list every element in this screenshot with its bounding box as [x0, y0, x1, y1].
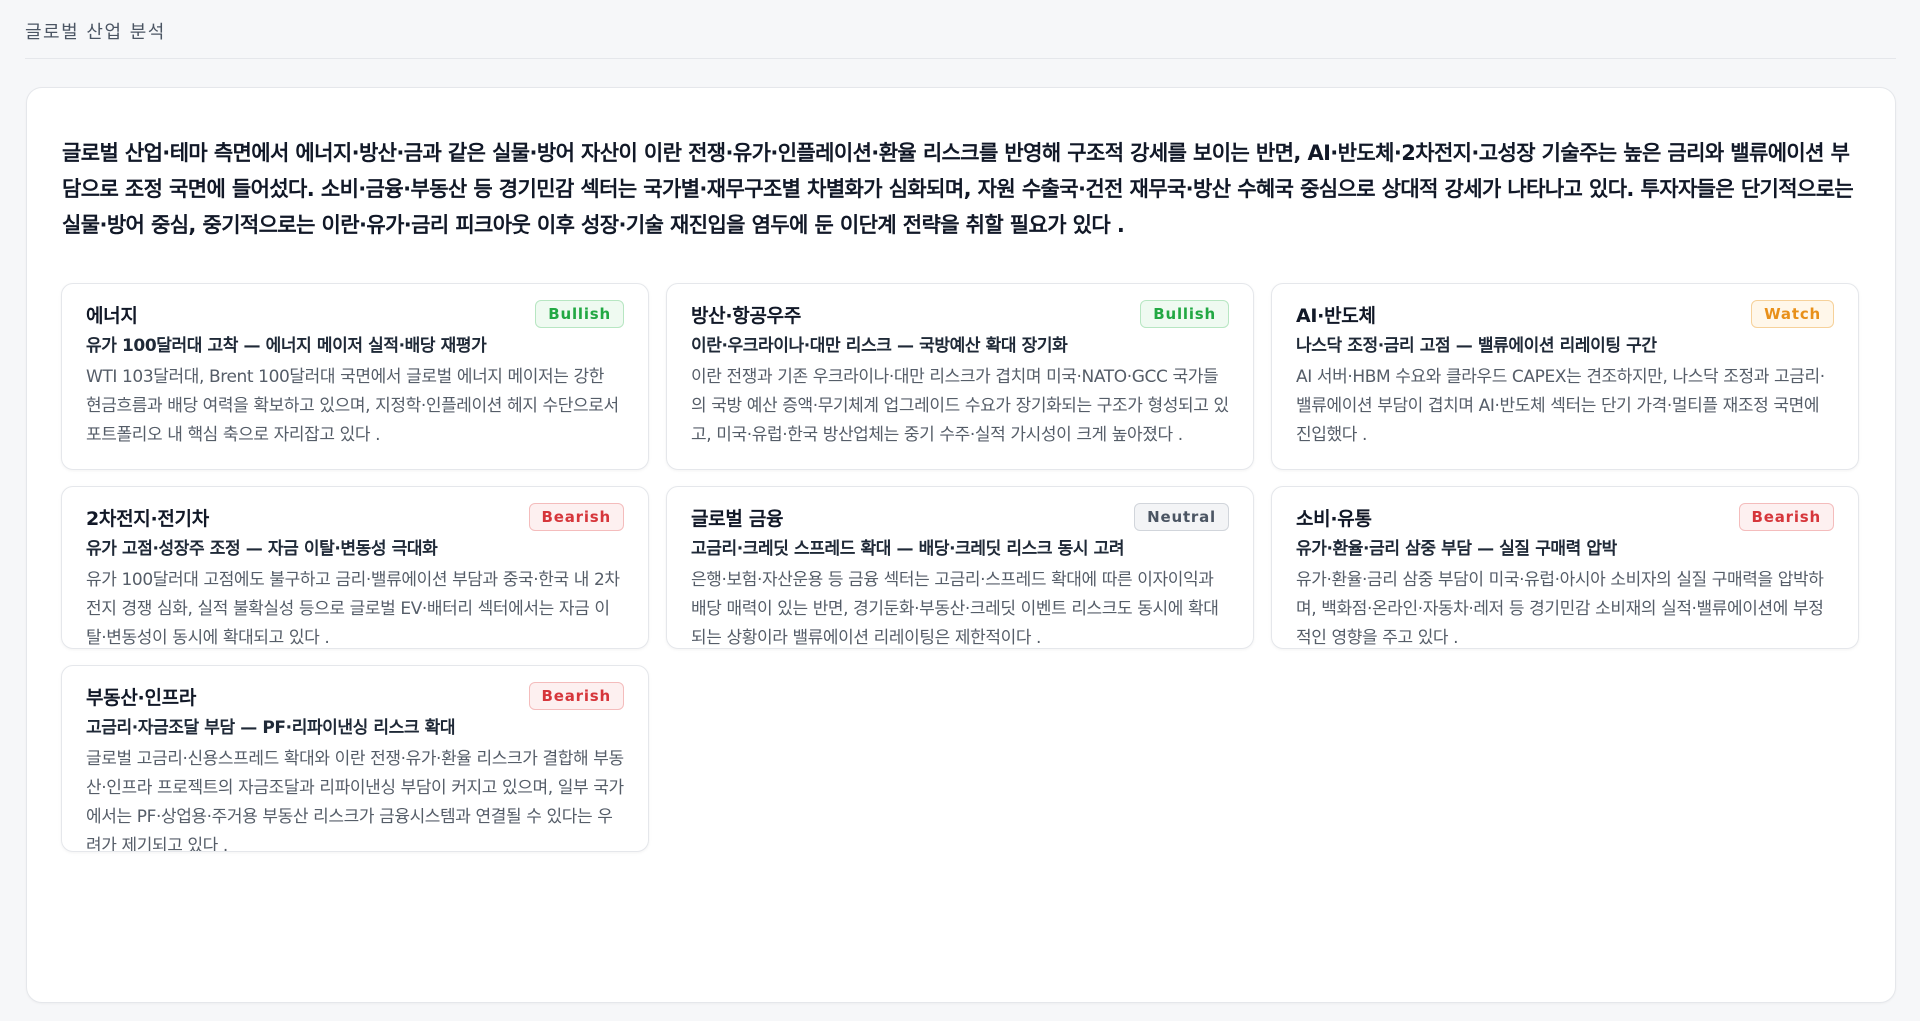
- page: 글로벌 산업 분석 글로벌 산업·테마 측면에서 에너지·방산·금과 같은 실물…: [0, 0, 1920, 1021]
- sector-card-defense: 방산·항공우주 Bullish 이란·우크라이나·대만 리스크 — 국방예산 확…: [666, 283, 1254, 470]
- status-badge: Bearish: [1738, 503, 1834, 531]
- card-body: AI 서버·HBM 수요와 클라우드 CAPEX는 견조하지만, 나스닥 조정과…: [1296, 367, 1825, 445]
- status-badge: Bullish: [1140, 300, 1229, 328]
- sector-card-consumer-retail: 소비·유통 Bearish 유가·환율·금리 삼중 부담 — 실질 구매력 압박…: [1271, 486, 1859, 649]
- card-subtitle: 고금리·자금조달 부담 — PF·리파이낸싱 리스크 확대: [86, 718, 456, 738]
- card-body: 이란 전쟁과 기존 우크라이나·대만 리스크가 겹치며 미국·NATO·GCC …: [691, 367, 1229, 445]
- status-badge: Bearish: [528, 503, 624, 531]
- card-title: 방산·항공우주: [691, 304, 801, 327]
- sector-card-ai-semiconductor: AI·반도체 Watch 나스닥 조정·금리 고점 — 밸류에이션 리레이팅 구…: [1271, 283, 1859, 470]
- section-title: 글로벌 산업 분석: [25, 0, 1896, 59]
- status-badge: Bullish: [535, 300, 624, 328]
- card-title: 부동산·인프라: [86, 686, 196, 709]
- card-subtitle: 이란·우크라이나·대만 리스크 — 국방예산 확대 장기화: [691, 336, 1068, 356]
- card-body: 유가 100달러대 고점에도 불구하고 금리·밸류에이션 부담과 중국·한국 내…: [86, 570, 620, 648]
- card-subtitle: 유가 100달러대 고착 — 에너지 메이저 실적·배당 재평가: [86, 336, 487, 356]
- sector-card-global-finance: 글로벌 금융 Neutral 고금리·크레딧 스프레드 확대 — 배당·크레딧 …: [666, 486, 1254, 649]
- card-title: 2차전지·전기차: [86, 507, 209, 530]
- card-subtitle: 유가 고점·성장주 조정 — 자금 이탈·변동성 극대화: [86, 539, 438, 559]
- status-badge: Neutral: [1134, 503, 1229, 531]
- sector-card-grid: 에너지 Bullish 유가 100달러대 고착 — 에너지 메이저 실적·배당…: [61, 283, 1863, 852]
- card-body: WTI 103달러대, Brent 100달러대 국면에서 글로벌 에너지 메이…: [86, 367, 619, 445]
- sector-card-battery-ev: 2차전지·전기차 Bearish 유가 고점·성장주 조정 — 자금 이탈·변동…: [61, 486, 649, 649]
- card-title: 글로벌 금융: [691, 507, 784, 530]
- card-body: 유가·환율·금리 삼중 부담이 미국·유럽·아시아 소비자의 실질 구매력을 압…: [1296, 570, 1824, 648]
- card-title: 에너지: [86, 304, 138, 327]
- card-title: 소비·유통: [1296, 507, 1372, 530]
- card-title: AI·반도체: [1296, 304, 1376, 327]
- card-body: 글로벌 고금리·신용스프레드 확대와 이란 전쟁·유가·환율 리스크가 결합해 …: [86, 749, 624, 852]
- card-body: 은행·보험·자산운용 등 금융 섹터는 고금리·스프레드 확대에 따른 이자이익…: [691, 570, 1219, 648]
- status-badge: Bearish: [528, 682, 624, 710]
- sector-card-real-estate-infra: 부동산·인프라 Bearish 고금리·자금조달 부담 — PF·리파이낸싱 리…: [61, 665, 649, 852]
- sector-card-energy: 에너지 Bullish 유가 100달러대 고착 — 에너지 메이저 실적·배당…: [61, 283, 649, 470]
- summary-text: 글로벌 산업·테마 측면에서 에너지·방산·금과 같은 실물·방어 자산이 이란…: [62, 141, 1854, 237]
- card-subtitle: 고금리·크레딧 스프레드 확대 — 배당·크레딧 리스크 동시 고려: [691, 539, 1125, 559]
- status-badge: Watch: [1751, 300, 1834, 328]
- card-subtitle: 유가·환율·금리 삼중 부담 — 실질 구매력 압박: [1296, 539, 1617, 559]
- card-subtitle: 나스닥 조정·금리 고점 — 밸류에이션 리레이팅 구간: [1296, 336, 1657, 356]
